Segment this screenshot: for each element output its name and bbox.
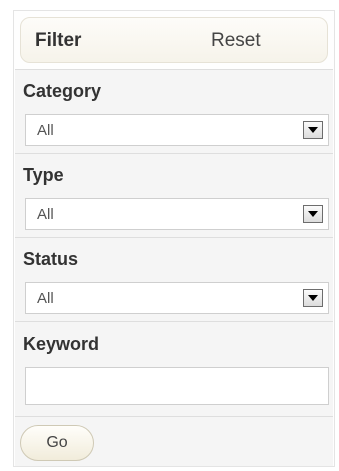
keyword-section: Keyword <box>15 321 333 416</box>
chevron-down-icon[interactable] <box>303 121 323 139</box>
keyword-label: Keyword <box>23 334 100 354</box>
category-select-value: All <box>37 122 54 139</box>
type-select-value: All <box>37 206 54 223</box>
status-select-value: All <box>37 290 54 307</box>
status-section: Status All <box>15 237 333 321</box>
category-select[interactable]: All <box>25 114 329 146</box>
go-row: Go <box>15 416 333 466</box>
go-button[interactable]: Go <box>20 425 94 461</box>
chevron-down-icon[interactable] <box>303 205 323 223</box>
category-label: Category <box>23 81 102 101</box>
type-section: Type All <box>15 153 333 237</box>
keyword-input[interactable] <box>25 367 329 405</box>
type-select[interactable]: All <box>25 198 329 230</box>
filter-panel: Filter Reset Category All Type All Statu… <box>13 10 335 467</box>
filter-title: Filter <box>35 30 82 51</box>
filter-header: Filter Reset <box>20 17 328 63</box>
category-section: Category All <box>15 69 333 153</box>
status-select[interactable]: All <box>25 282 329 314</box>
chevron-down-icon[interactable] <box>303 289 323 307</box>
reset-link[interactable]: Reset <box>211 30 261 52</box>
status-label: Status <box>23 249 79 269</box>
type-label: Type <box>23 165 64 185</box>
